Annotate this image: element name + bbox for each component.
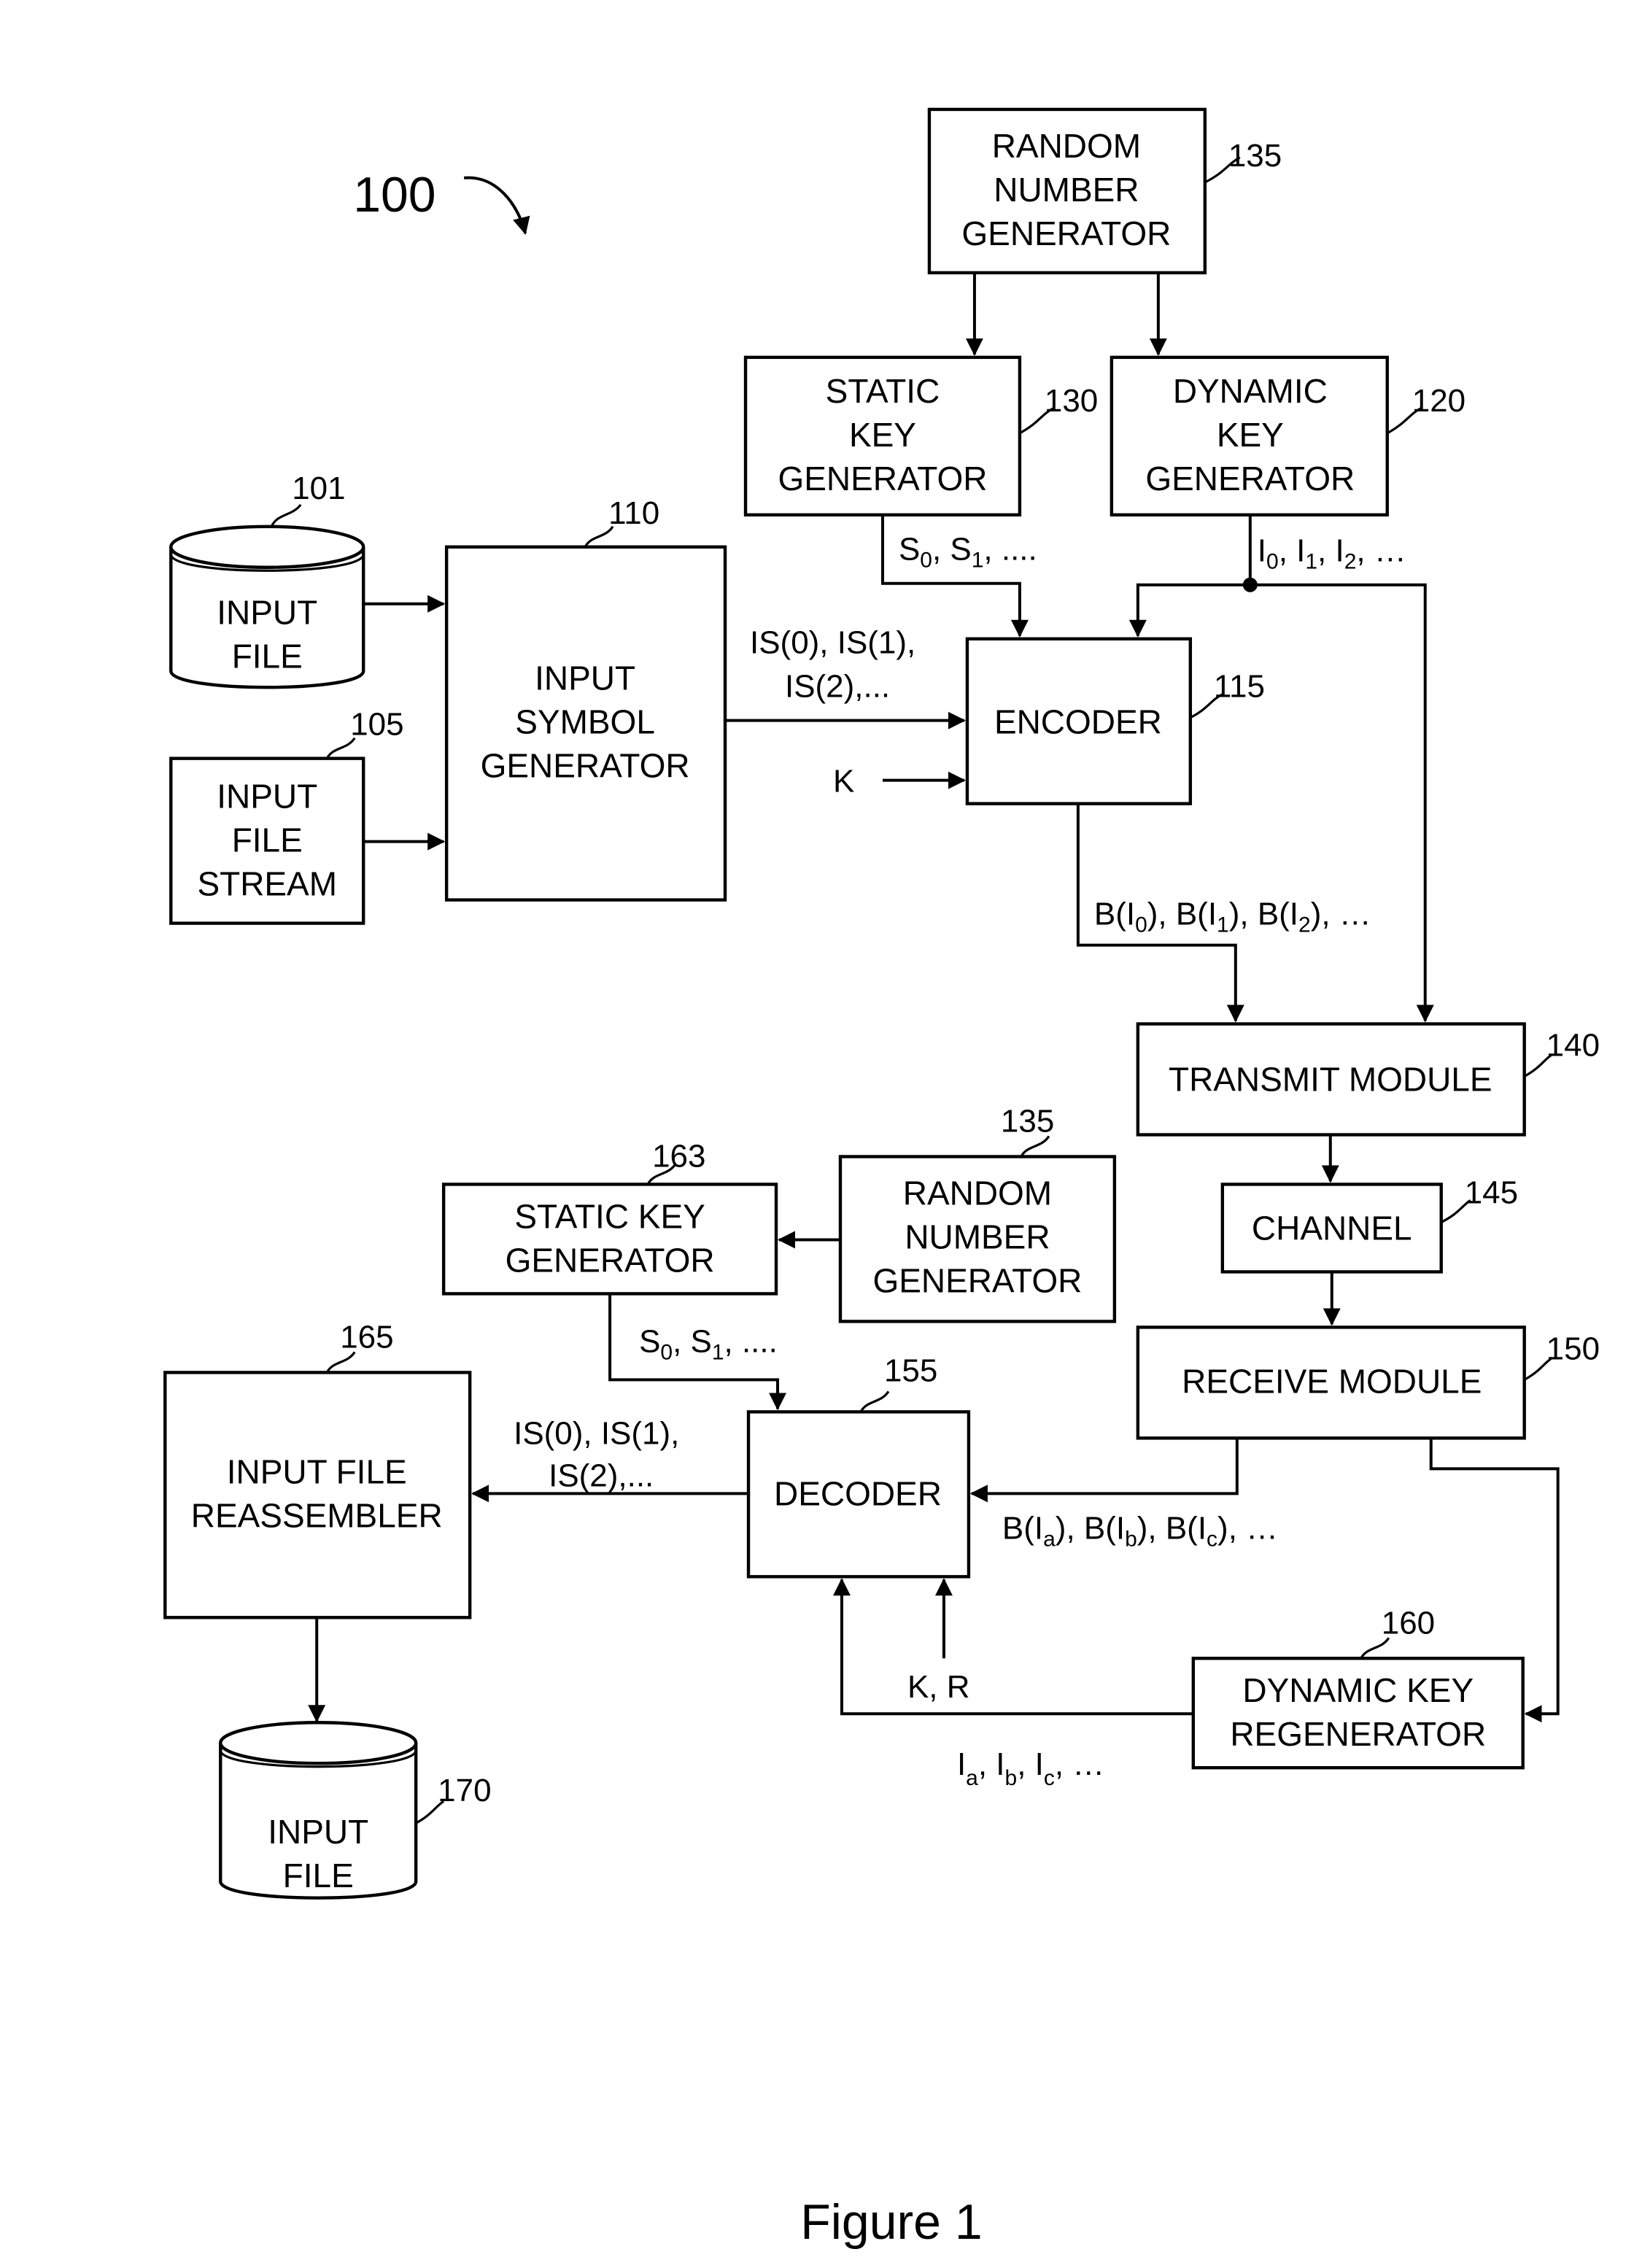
block-encoder[interactable]: ENCODER 115 xyxy=(965,637,1265,805)
block-label: GENERATOR xyxy=(961,214,1171,252)
block-label: STATIC xyxy=(826,372,940,410)
block-input-symbol-generator[interactable]: INPUT SYMBOL GENERATOR 110 xyxy=(444,495,727,902)
block-label: GENERATOR xyxy=(481,747,690,785)
arrow-receive-to-decoder xyxy=(969,1438,1239,1503)
block-label: CHANNEL xyxy=(1252,1209,1412,1247)
signal-output-symbols-tx: B(I0), B(I1), B(I2), … xyxy=(1094,897,1371,937)
block-label: GENERATOR xyxy=(778,460,988,498)
signal-dynamic-keys-rx: Ia, Ib, Ic, … xyxy=(957,1746,1104,1790)
block-label: RANDOM xyxy=(903,1174,1052,1212)
signal-static-keys-rx: S0, S1, .... xyxy=(639,1323,778,1364)
block-label: FILE xyxy=(283,1857,354,1894)
block-static-key-generator-rx[interactable]: STATIC KEY GENERATOR 163 xyxy=(441,1138,778,1296)
block-label: STREAM xyxy=(197,865,337,903)
figure-reference-arrow-icon xyxy=(463,176,530,235)
reference-number: 155 xyxy=(884,1352,937,1388)
block-label: NUMBER xyxy=(994,171,1139,209)
block-label: TRANSMIT MODULE xyxy=(1169,1061,1492,1099)
block-label: INPUT FILE xyxy=(227,1452,407,1490)
block-dynamic-key-regenerator[interactable]: DYNAMIC KEY REGENERATOR 160 xyxy=(1191,1605,1525,1770)
reference-number: 135 xyxy=(1228,138,1282,174)
junction-dot xyxy=(1242,577,1258,592)
arrow-dynamic-keys-to-encoder xyxy=(1128,583,1250,638)
block-label: RECEIVE MODULE xyxy=(1182,1362,1482,1400)
block-label: REGENERATOR xyxy=(1230,1715,1486,1753)
block-receive-module[interactable]: RECEIVE MODULE 150 xyxy=(1136,1325,1600,1440)
system-block-diagram: 100 RANDOM NUMBER GENERATOR 135 STATIC K… xyxy=(163,107,1600,2250)
reference-number: 163 xyxy=(652,1138,705,1174)
block-label: INPUT xyxy=(217,778,317,816)
reference-number: 135 xyxy=(1001,1104,1054,1139)
block-label: ENCODER xyxy=(994,703,1162,741)
figure-caption: Figure 1 xyxy=(800,2194,982,2250)
block-label: GENERATOR xyxy=(506,1241,715,1279)
reference-number: 145 xyxy=(1465,1174,1518,1210)
arrow-regenerator-to-decoder xyxy=(832,1578,1193,1716)
signal-output-symbols-rx: B(Ia), B(Ib), B(Ic), … xyxy=(1002,1510,1278,1551)
block-label: GENERATOR xyxy=(1145,460,1355,498)
reference-number: 120 xyxy=(1412,383,1465,419)
reference-number: 150 xyxy=(1546,1331,1600,1366)
reference-number: 130 xyxy=(1045,383,1098,419)
block-label: STATIC KEY xyxy=(514,1197,705,1235)
block-channel[interactable]: CHANNEL 145 xyxy=(1220,1174,1518,1274)
block-input-file-output[interactable]: INPUT FILE 170 xyxy=(219,1721,492,1900)
arrow-dynamic-keys-to-transmit xyxy=(1250,583,1434,1023)
block-input-file-stream[interactable]: INPUT FILE STREAM 105 xyxy=(169,707,404,925)
block-decoder[interactable]: DECODER 155 xyxy=(746,1352,971,1579)
signal-input-symbols-tx: IS(2),... xyxy=(785,669,890,705)
block-label: FILE xyxy=(232,638,303,676)
block-label: SYMBOL xyxy=(515,703,655,741)
block-input-file-reassembler[interactable]: INPUT FILE REASSEMBLER 165 xyxy=(163,1319,472,1619)
signal-k: K xyxy=(833,764,854,800)
figure-reference-number: 100 xyxy=(353,167,435,222)
reference-number: 115 xyxy=(1214,669,1265,705)
block-label: DYNAMIC KEY xyxy=(1242,1671,1474,1709)
block-label: DYNAMIC xyxy=(1173,372,1328,410)
block-label: RANDOM xyxy=(992,127,1141,165)
signal-static-keys-tx: S0, S1, .... xyxy=(899,532,1037,573)
reference-number: 140 xyxy=(1546,1028,1600,1064)
block-label: KEY xyxy=(1217,416,1284,454)
reference-number: 105 xyxy=(350,707,403,743)
reference-number: 160 xyxy=(1382,1605,1435,1641)
signal-k-r: K, R xyxy=(907,1669,970,1705)
signal-dynamic-keys-tx: I0, I1, I2, … xyxy=(1258,533,1406,574)
block-random-number-generator-bottom[interactable]: RANDOM NUMBER GENERATOR 135 xyxy=(838,1104,1117,1323)
block-label: KEY xyxy=(849,416,916,454)
block-label: GENERATOR xyxy=(872,1261,1082,1299)
reference-number: 165 xyxy=(340,1319,393,1355)
block-label: INPUT xyxy=(268,1813,368,1851)
block-input-file[interactable]: INPUT FILE 101 xyxy=(169,471,365,689)
reference-number: 101 xyxy=(292,471,345,506)
block-label: NUMBER xyxy=(905,1218,1050,1255)
signal-input-symbols-rx: IS(0), IS(1), xyxy=(514,1415,679,1451)
block-label: DECODER xyxy=(774,1474,942,1512)
reference-number: 110 xyxy=(608,495,659,531)
figure-reference: 100 xyxy=(353,167,530,235)
signal-input-symbols-rx: IS(2),... xyxy=(549,1458,654,1493)
block-label: REASSEMBLER xyxy=(191,1496,443,1534)
block-static-key-generator[interactable]: STATIC KEY GENERATOR 130 xyxy=(743,355,1098,516)
block-transmit-module[interactable]: TRANSMIT MODULE 140 xyxy=(1136,1022,1600,1137)
block-label: INPUT xyxy=(535,659,635,697)
reference-number: 170 xyxy=(438,1773,491,1808)
block-label: FILE xyxy=(232,821,303,859)
block-random-number-generator-top[interactable]: RANDOM NUMBER GENERATOR 135 xyxy=(927,107,1282,275)
signal-input-symbols-tx: IS(0), IS(1), xyxy=(750,625,915,661)
block-dynamic-key-generator[interactable]: DYNAMIC KEY GENERATOR 120 xyxy=(1110,355,1465,516)
block-label: INPUT xyxy=(217,594,317,632)
